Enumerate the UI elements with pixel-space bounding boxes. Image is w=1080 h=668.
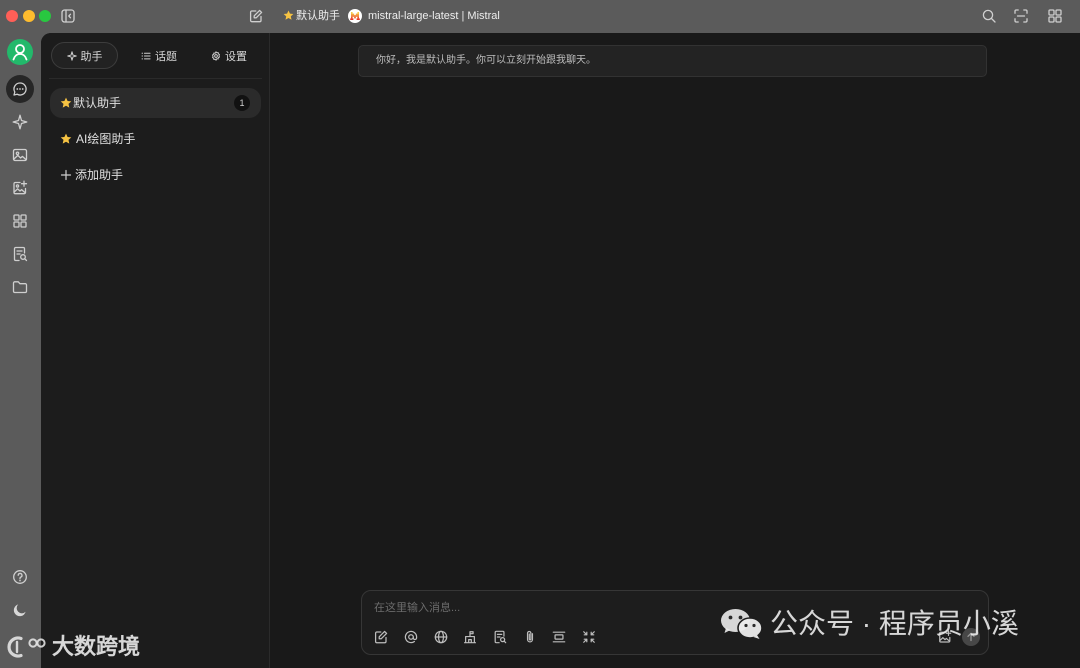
tab-label: 助手	[80, 50, 103, 63]
assistant-name: AI绘图助手	[76, 132, 136, 146]
document-search-icon	[13, 246, 28, 262]
expand-icon	[1014, 9, 1028, 23]
list-icon	[141, 52, 151, 59]
paperclip-icon	[526, 630, 534, 643]
gear-icon	[212, 50, 220, 61]
add-assistant-label: 添加助手	[75, 168, 124, 182]
new-topic-tool-button[interactable]	[374, 630, 388, 644]
web-search-button[interactable]	[434, 630, 448, 644]
sparkle-icon	[12, 114, 28, 130]
image-plus-icon	[13, 180, 28, 195]
nav-knowledge[interactable]	[12, 246, 28, 262]
current-assistant-label: 默认助手	[296, 10, 340, 22]
nav-image-generate[interactable]	[12, 180, 28, 196]
mention-model-button[interactable]	[404, 630, 418, 644]
apps-grid-icon	[13, 214, 27, 228]
assistant-item-ai-drawing[interactable]: AI绘图助手	[50, 126, 261, 152]
tab-topics[interactable]: 话题	[131, 42, 187, 69]
nav-paintings[interactable]	[12, 147, 28, 163]
tab-assistants[interactable]: 助手	[51, 42, 118, 69]
assistant-item-default[interactable]: 默认助手 1	[50, 88, 261, 118]
fullscreen-button[interactable]	[1014, 9, 1028, 23]
sidebar-toggle-button[interactable]	[61, 9, 75, 23]
collapse-input-button[interactable]	[582, 630, 596, 644]
maximize-window-button[interactable]	[39, 10, 51, 22]
tab-label: 话题	[155, 50, 177, 63]
context-clear-button[interactable]	[552, 630, 566, 644]
tab-label: 设置	[225, 50, 247, 63]
search-button[interactable]	[982, 9, 996, 23]
person-icon	[12, 44, 28, 61]
assistant-name: 默认助手	[73, 96, 122, 110]
wechat-watermark: 公众号 · 程序员小溪	[720, 606, 1050, 642]
mistral-logo	[348, 9, 362, 23]
collapse-icon	[583, 631, 595, 643]
nav-chat[interactable]	[6, 75, 34, 103]
model-selector[interactable]: mistral-large-latest | Mistral	[348, 9, 500, 23]
brand-logo	[7, 636, 46, 658]
search-icon	[982, 9, 996, 23]
document-search-button[interactable]	[493, 630, 507, 644]
document-search-icon	[494, 630, 507, 644]
chat-icon	[13, 82, 27, 96]
tab-settings[interactable]: 设置	[201, 42, 257, 69]
star-icon	[283, 10, 294, 20]
tabs-divider	[49, 78, 262, 79]
greeting-text: 你好，我是默认助手。你可以立刻开始跟我聊天。	[376, 55, 596, 66]
edit-icon	[249, 9, 263, 23]
wechat-logo	[721, 609, 763, 639]
moon-icon	[13, 604, 26, 617]
topic-count-badge: 1	[234, 95, 250, 111]
folder-icon	[12, 281, 28, 294]
plus-icon	[60, 169, 72, 181]
wechat-watermark-text: 公众号 · 程序员小溪	[770, 608, 1019, 639]
nav-apps[interactable]	[12, 213, 28, 229]
layout-button[interactable]	[1048, 9, 1062, 23]
title-bar: 默认助手 mistral-large-latest | Mistral	[0, 0, 1080, 33]
star-icon	[60, 133, 72, 144]
at-icon	[404, 630, 418, 644]
brand-watermark: 大数跨境	[7, 632, 148, 662]
assistant-greeting-message: 你好，我是默认助手。你可以立刻开始跟我聊天。	[358, 45, 987, 77]
nav-help[interactable]	[12, 569, 28, 585]
nav-agents[interactable]	[12, 114, 28, 130]
align-icon	[552, 631, 566, 643]
user-avatar[interactable]	[7, 39, 33, 65]
nav-files[interactable]	[12, 279, 28, 295]
nav-bar	[0, 33, 41, 668]
grid-icon	[1048, 9, 1062, 23]
model-name: mistral-large-latest | Mistral	[368, 10, 500, 22]
knowledge-base-button[interactable]	[463, 630, 477, 644]
sidebar-toggle-icon	[61, 9, 75, 23]
brand-watermark-text: 大数跨境	[52, 634, 141, 659]
minimize-window-button[interactable]	[23, 10, 35, 22]
library-icon	[463, 631, 477, 644]
new-topic-button[interactable]	[249, 9, 263, 23]
globe-icon	[434, 630, 448, 644]
image-icon	[12, 148, 28, 162]
attach-file-button[interactable]	[523, 630, 537, 644]
sparkle-icon	[66, 50, 77, 61]
close-window-button[interactable]	[6, 10, 18, 22]
add-assistant-button[interactable]: 添加助手	[50, 162, 261, 188]
help-icon	[13, 570, 27, 584]
theme-toggle[interactable]	[12, 602, 28, 618]
star-icon	[60, 97, 72, 108]
edit-icon	[374, 630, 388, 644]
